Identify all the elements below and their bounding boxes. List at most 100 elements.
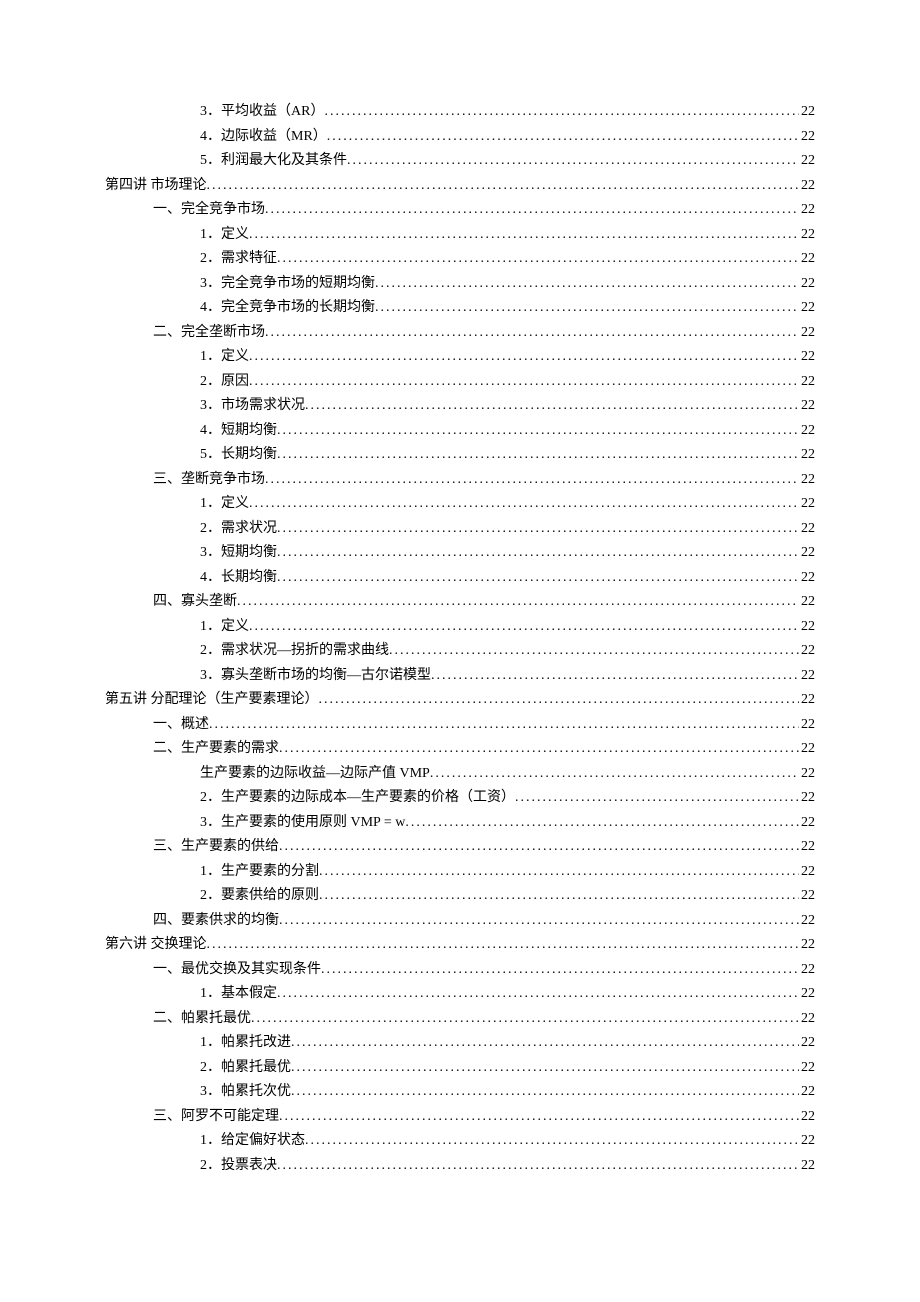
toc-entry[interactable]: 1．定义 22 bbox=[105, 345, 815, 370]
toc-entry[interactable]: 1．定义22 bbox=[105, 615, 815, 640]
toc-entry-page: 22 bbox=[799, 566, 815, 591]
toc-entry[interactable]: 3．平均收益（AR）22 bbox=[105, 100, 815, 125]
toc-entry-label: 1．生产要素的分割 bbox=[200, 860, 319, 885]
toc-entry[interactable]: 2．原因22 bbox=[105, 370, 815, 395]
toc-leader-dots bbox=[251, 1007, 799, 1032]
toc-entry[interactable]: 二、完全垄断市场 22 bbox=[105, 321, 815, 346]
toc-entry-page: 22 bbox=[799, 321, 815, 346]
toc-entry-label: 1．帕累托改进 bbox=[200, 1031, 291, 1056]
toc-entry-page: 22 bbox=[799, 1129, 815, 1154]
toc-leader-dots bbox=[265, 468, 799, 493]
toc-entry-label: 第五讲 分配理论（生产要素理论） bbox=[105, 688, 319, 713]
toc-entry-page: 22 bbox=[799, 443, 815, 468]
toc-entry[interactable]: 一、最优交换及其实现条件22 bbox=[105, 958, 815, 983]
toc-entry[interactable]: 1．定义22 bbox=[105, 223, 815, 248]
toc-entry-page: 22 bbox=[799, 541, 815, 566]
toc-leader-dots bbox=[279, 909, 799, 934]
toc-leader-dots bbox=[277, 443, 799, 468]
toc-leader-dots bbox=[277, 982, 799, 1007]
toc-entry[interactable]: 四、寡头垄断22 bbox=[105, 590, 815, 615]
toc-entry[interactable]: 3．寡头垄断市场的均衡—古尔诺模型22 bbox=[105, 664, 815, 689]
toc-entry[interactable]: 一、概述22 bbox=[105, 713, 815, 738]
toc-entry-label: 1．定义 bbox=[200, 345, 249, 370]
toc-entry-label: 4．边际收益（MR） bbox=[200, 125, 327, 150]
toc-entry[interactable]: 三、阿罗不可能定理22 bbox=[105, 1105, 815, 1130]
toc-entry[interactable]: 3．生产要素的使用原则 VMP = w22 bbox=[105, 811, 815, 836]
toc-entry-label: 二、完全垄断市场 bbox=[153, 321, 265, 346]
toc-entry-page: 22 bbox=[799, 1031, 815, 1056]
toc-entry-label: 4．长期均衡 bbox=[200, 566, 277, 591]
toc-entry[interactable]: 2．需求特征22 bbox=[105, 247, 815, 272]
toc-entry[interactable]: 2．需求状况—拐折的需求曲线22 bbox=[105, 639, 815, 664]
toc-entry-label: 1．定义 bbox=[200, 492, 249, 517]
toc-entry-page: 22 bbox=[799, 492, 815, 517]
toc-entry-page: 22 bbox=[799, 1056, 815, 1081]
toc-entry[interactable]: 生产要素的边际收益—边际产值 VMP22 bbox=[105, 762, 815, 787]
toc-entry-page: 22 bbox=[799, 737, 815, 762]
toc-entry[interactable]: 1．基本假定22 bbox=[105, 982, 815, 1007]
toc-entry[interactable]: 4．边际收益（MR） 22 bbox=[105, 125, 815, 150]
toc-entry-page: 22 bbox=[799, 786, 815, 811]
toc-entry-page: 22 bbox=[799, 688, 815, 713]
toc-leader-dots bbox=[249, 492, 799, 517]
toc-entry-page: 22 bbox=[799, 394, 815, 419]
toc-entry[interactable]: 四、要素供求的均衡22 bbox=[105, 909, 815, 934]
toc-entry[interactable]: 2．需求状况22 bbox=[105, 517, 815, 542]
toc-entry-page: 22 bbox=[799, 198, 815, 223]
toc-entry-label: 三、阿罗不可能定理 bbox=[153, 1105, 279, 1130]
toc-entry-label: 4．短期均衡 bbox=[200, 419, 277, 444]
toc-entry[interactable]: 2．生产要素的边际成本—生产要素的价格（工资）22 bbox=[105, 786, 815, 811]
toc-entry-label: 3．完全竞争市场的短期均衡 bbox=[200, 272, 375, 297]
toc-entry-page: 22 bbox=[799, 1080, 815, 1105]
toc-entry[interactable]: 2．投票表决22 bbox=[105, 1154, 815, 1179]
toc-leader-dots bbox=[277, 566, 799, 591]
toc-entry[interactable]: 2．帕累托最优22 bbox=[105, 1056, 815, 1081]
toc-entry-page: 22 bbox=[799, 125, 815, 150]
toc-entry-label: 2．需求特征 bbox=[200, 247, 277, 272]
page-container: 3．平均收益（AR）224．边际收益（MR）225．利润最大化及其条件22第四讲… bbox=[0, 0, 920, 1302]
toc-entry[interactable]: 二、生产要素的需求22 bbox=[105, 737, 815, 762]
toc-entry[interactable]: 5．利润最大化及其条件22 bbox=[105, 149, 815, 174]
toc-entry-page: 22 bbox=[799, 982, 815, 1007]
toc-entry[interactable]: 4．完全竞争市场的长期均衡22 bbox=[105, 296, 815, 321]
toc-entry[interactable]: 1．生产要素的分割22 bbox=[105, 860, 815, 885]
toc-entry-label: 一、概述 bbox=[153, 713, 209, 738]
toc-entry-page: 22 bbox=[799, 345, 815, 370]
table-of-contents: 3．平均收益（AR）224．边际收益（MR）225．利润最大化及其条件22第四讲… bbox=[105, 100, 815, 1178]
toc-entry-label: 2．需求状况—拐折的需求曲线 bbox=[200, 639, 389, 664]
toc-leader-dots bbox=[237, 590, 799, 615]
toc-entry[interactable]: 一、完全竞争市场22 bbox=[105, 198, 815, 223]
toc-entry[interactable]: 3．短期均衡22 bbox=[105, 541, 815, 566]
toc-entry-label: 1．给定偏好状态 bbox=[200, 1129, 305, 1154]
toc-entry-label: 1．定义 bbox=[200, 223, 249, 248]
toc-entry[interactable]: 3．完全竞争市场的短期均衡22 bbox=[105, 272, 815, 297]
toc-entry-label: 四、寡头垄断 bbox=[153, 590, 237, 615]
toc-entry-label: 3．平均收益（AR） bbox=[200, 100, 324, 125]
toc-entry-page: 22 bbox=[799, 615, 815, 640]
toc-entry[interactable]: 三、垄断竞争市场22 bbox=[105, 468, 815, 493]
toc-entry[interactable]: 三、生产要素的供给22 bbox=[105, 835, 815, 860]
toc-entry[interactable]: 1．帕累托改进 22 bbox=[105, 1031, 815, 1056]
toc-leader-dots bbox=[515, 786, 799, 811]
toc-entry[interactable]: 1．定义 22 bbox=[105, 492, 815, 517]
toc-leader-dots bbox=[389, 639, 799, 664]
toc-leader-dots bbox=[249, 370, 799, 395]
toc-entry[interactable]: 第四讲 市场理论22 bbox=[105, 174, 815, 199]
toc-entry[interactable]: 2．要素供给的原则22 bbox=[105, 884, 815, 909]
toc-leader-dots bbox=[430, 762, 799, 787]
toc-entry[interactable]: 3．帕累托次优22 bbox=[105, 1080, 815, 1105]
toc-leader-dots bbox=[265, 321, 799, 346]
toc-entry[interactable]: 3．市场需求状况22 bbox=[105, 394, 815, 419]
toc-entry[interactable]: 1．给定偏好状态 22 bbox=[105, 1129, 815, 1154]
toc-entry[interactable]: 第六讲 交换理论22 bbox=[105, 933, 815, 958]
toc-entry[interactable]: 4．长期均衡 22 bbox=[105, 566, 815, 591]
toc-entry[interactable]: 第五讲 分配理论（生产要素理论） 22 bbox=[105, 688, 815, 713]
toc-leader-dots bbox=[319, 688, 800, 713]
toc-leader-dots bbox=[279, 1105, 799, 1130]
toc-entry-label: 二、帕累托最优 bbox=[153, 1007, 251, 1032]
toc-entry[interactable]: 4．短期均衡22 bbox=[105, 419, 815, 444]
toc-entry[interactable]: 5．长期均衡22 bbox=[105, 443, 815, 468]
toc-leader-dots bbox=[279, 737, 799, 762]
toc-entry[interactable]: 二、帕累托最优22 bbox=[105, 1007, 815, 1032]
toc-entry-label: 三、生产要素的供给 bbox=[153, 835, 279, 860]
